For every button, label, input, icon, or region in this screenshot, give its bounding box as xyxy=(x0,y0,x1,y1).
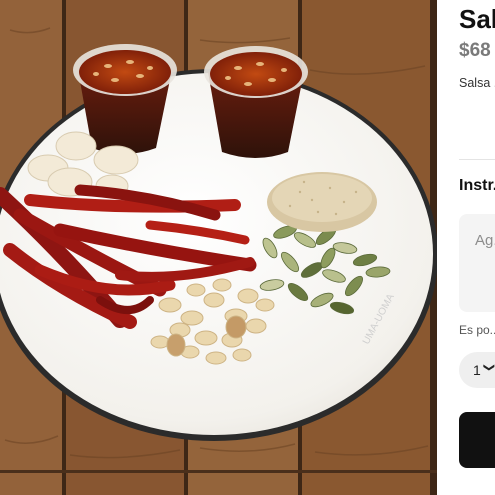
product-title: Salsa xyxy=(459,4,495,34)
quantity-value: 1 xyxy=(473,362,481,378)
product-image: UMA-UOMA xyxy=(0,0,437,495)
chevron-down-icon: ❯ xyxy=(483,362,495,373)
instructions-label: Instr... xyxy=(459,177,495,194)
add-to-cart-button[interactable] xyxy=(459,412,495,468)
product-price: $68 xyxy=(459,40,491,61)
product-description: Salsa ... pepita ... aceite ... xyxy=(459,76,495,90)
divider xyxy=(459,159,495,160)
availability-note: Es po... xyxy=(459,323,495,337)
product-details-panel: Salsa $68 Salsa ... pepita ... aceite ..… xyxy=(437,0,495,495)
sesame-seeds xyxy=(267,172,377,232)
instructions-textarea[interactable] xyxy=(459,214,495,312)
quantity-select[interactable]: 1 ❯ xyxy=(459,352,495,388)
